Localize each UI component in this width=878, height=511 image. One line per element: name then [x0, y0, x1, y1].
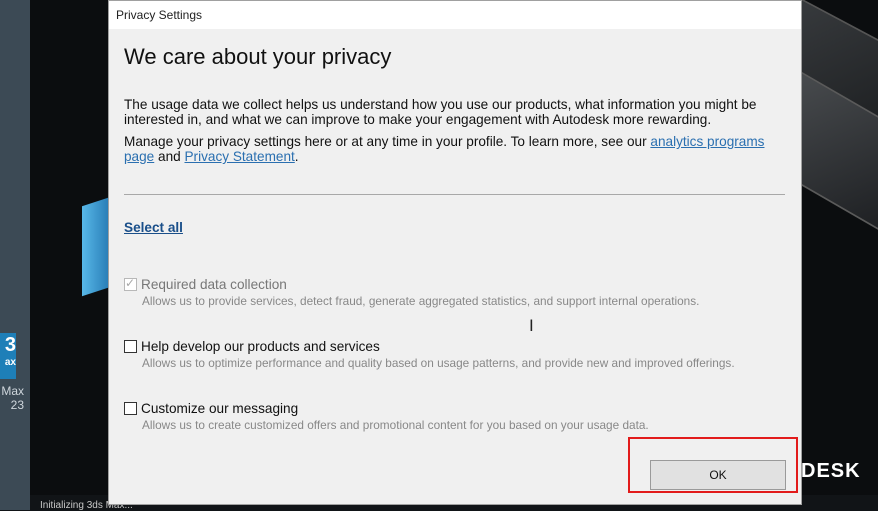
ok-button[interactable]: OK [650, 460, 786, 490]
app-icon-glyph: 3 [4, 334, 16, 356]
manage-text: Manage your privacy settings here or at … [124, 134, 651, 149]
option-row: Help develop our products and services [124, 339, 735, 354]
manage-paragraph: Manage your privacy settings here or at … [124, 134, 786, 164]
select-all-link[interactable]: Select all [124, 220, 183, 235]
app-desktop-icon[interactable]: 3 ax [0, 333, 16, 379]
app-icon-subglyph: ax [4, 357, 16, 368]
option-label: Required data collection [141, 277, 287, 292]
option-description: Allows us to provide services, detect fr… [142, 294, 700, 308]
app-label-line: Max [1, 384, 24, 398]
and-text: and [154, 149, 185, 164]
privacy-settings-dialog: Privacy Settings We care about your priv… [108, 0, 802, 505]
option-description: Allows us to optimize performance and qu… [142, 356, 735, 370]
app-desktop-label: Max 23 [0, 384, 24, 412]
divider [124, 194, 785, 195]
privacy-statement-link[interactable]: Privacy Statement [184, 149, 294, 164]
splash-box-graphic [82, 197, 108, 297]
customize-messaging-checkbox[interactable] [124, 402, 137, 415]
dialog-heading: We care about your privacy [124, 44, 392, 69]
dialog-titlebar[interactable]: Privacy Settings [109, 1, 801, 29]
option-description: Allows us to create customized offers an… [142, 418, 649, 432]
option-customize-messaging: Customize our messaging Allows us to cre… [124, 401, 649, 432]
option-required-data: Required data collection Allows us to pr… [124, 276, 700, 308]
required-data-checkbox[interactable] [124, 276, 137, 291]
help-develop-checkbox[interactable] [124, 340, 137, 353]
desktop-background [0, 0, 30, 510]
option-label[interactable]: Help develop our products and services [141, 339, 380, 354]
intro-paragraph: The usage data we collect helps us under… [124, 97, 757, 127]
app-label-line: 23 [10, 398, 24, 412]
option-row: Required data collection [124, 276, 699, 292]
dialog-content: We care about your privacy The usage dat… [124, 29, 786, 237]
brand-logo-text: DESK [801, 460, 861, 482]
option-help-develop: Help develop our products and services A… [124, 339, 735, 370]
option-row: Customize our messaging [124, 401, 649, 416]
period-text: . [294, 149, 299, 164]
option-label[interactable]: Customize our messaging [141, 401, 298, 416]
text-cursor-icon: I [529, 316, 534, 335]
